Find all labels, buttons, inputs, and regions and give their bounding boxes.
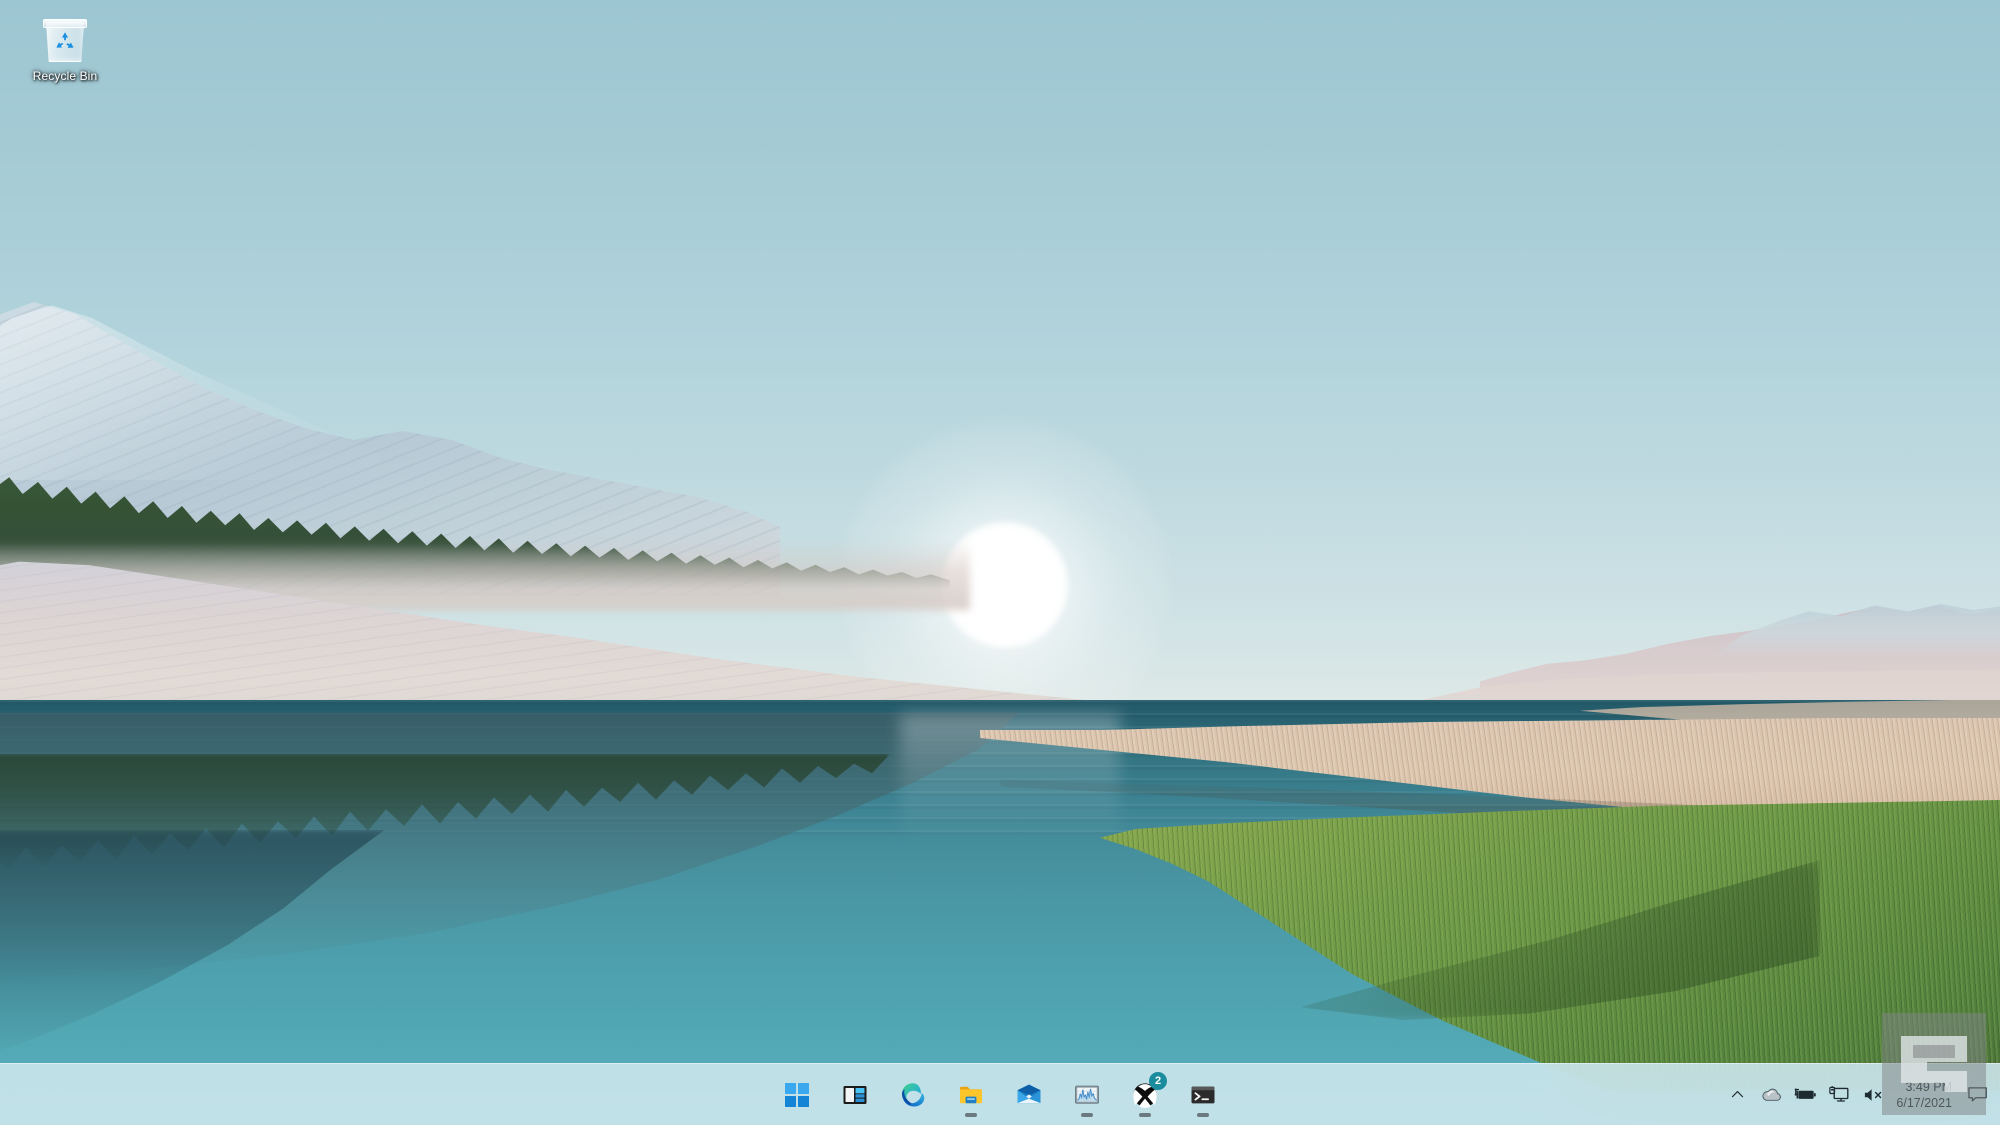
- tray-show-hidden-icons[interactable]: [1720, 1073, 1754, 1117]
- xbox-notification-badge: 2: [1149, 1071, 1167, 1090]
- desktop-icon-recycle-bin[interactable]: Recycle Bin: [10, 8, 120, 88]
- edge-icon: [902, 1082, 925, 1106]
- taskbar-app-group: 2: [773, 1064, 1227, 1125]
- recycle-bin-rim: [43, 19, 87, 28]
- engadget-e-logo: [1901, 1036, 1967, 1092]
- taskbar-button-file-explorer[interactable]: [947, 1071, 995, 1119]
- taskbar-button-xbox[interactable]: 2: [1121, 1071, 1169, 1119]
- running-indicator: [1197, 1112, 1209, 1117]
- tray-onedrive[interactable]: [1754, 1073, 1788, 1117]
- desktop[interactable]: Recycle Bin 2: [0, 0, 2000, 1125]
- taskbar-button-start[interactable]: [773, 1071, 821, 1119]
- windows-logo-icon: [785, 1082, 809, 1107]
- taskbar-button-edge[interactable]: [889, 1071, 937, 1119]
- monitor-network-icon: [1829, 1085, 1849, 1102]
- speaker-muted-icon: [1864, 1088, 1882, 1101]
- widgets-icon: [843, 1085, 867, 1104]
- folder-icon: [960, 1086, 982, 1103]
- taskbar-button-mail[interactable]: [1005, 1071, 1053, 1119]
- performance-chart-icon: [1075, 1085, 1099, 1104]
- taskbar[interactable]: 2: [0, 1063, 2000, 1125]
- recycle-symbol-icon: [56, 32, 74, 48]
- taskbar-button-task-manager[interactable]: [1063, 1071, 1111, 1119]
- recycle-bin-icon: [39, 14, 91, 66]
- running-indicator: [1139, 1112, 1151, 1117]
- taskbar-button-terminal[interactable]: [1179, 1071, 1227, 1119]
- terminal-icon: [1191, 1086, 1215, 1103]
- cloud-icon: [1762, 1088, 1781, 1101]
- mail-icon: [1017, 1084, 1041, 1103]
- tray-network[interactable]: [1822, 1073, 1856, 1117]
- battery-charging-icon: [1794, 1088, 1816, 1099]
- desktop-wallpaper: [0, 0, 2000, 1125]
- desktop-icon-label: Recycle Bin: [32, 69, 98, 83]
- tray-battery[interactable]: [1788, 1073, 1822, 1117]
- engadget-watermark: [1882, 1013, 1986, 1115]
- running-indicator: [1081, 1112, 1093, 1117]
- chevron-up-icon: [1731, 1091, 1744, 1098]
- taskbar-button-widgets[interactable]: [831, 1071, 879, 1119]
- running-indicator: [965, 1112, 977, 1117]
